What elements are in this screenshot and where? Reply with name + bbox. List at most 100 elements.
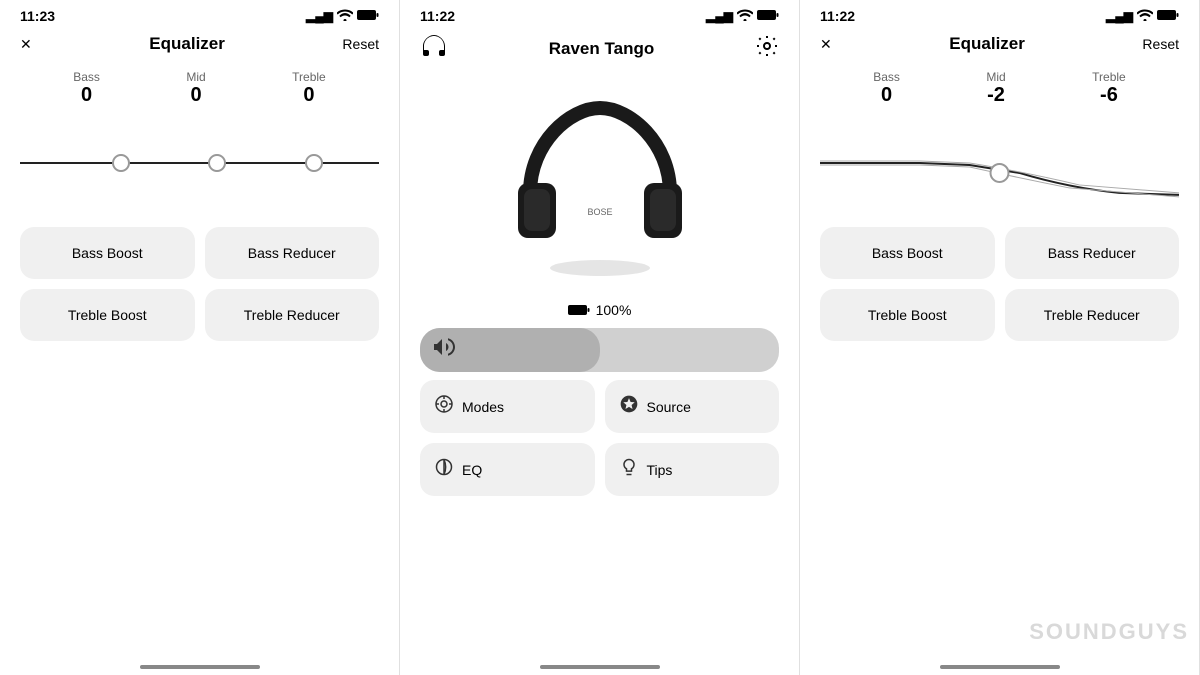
left-slider-track xyxy=(20,162,379,164)
left-bass-boost-button[interactable]: Bass Boost xyxy=(20,227,195,279)
center-signal-icon: ▂▄▆ xyxy=(706,9,733,23)
right-bottom-bar xyxy=(800,655,1199,675)
headphone-image-area: BOSE xyxy=(400,68,799,298)
right-title: Equalizer xyxy=(949,34,1025,54)
tips-icon xyxy=(619,457,639,482)
volume-bar[interactable] xyxy=(420,328,779,372)
left-status-icons: ▂▄▆ xyxy=(306,9,379,24)
right-reset-button[interactable]: Reset xyxy=(1142,36,1179,52)
left-title: Equalizer xyxy=(149,34,225,54)
left-close-button[interactable]: ✕ xyxy=(20,36,32,53)
volume-icon xyxy=(434,338,456,362)
svg-text:BOSE: BOSE xyxy=(587,207,612,217)
right-wifi-icon xyxy=(1137,9,1153,24)
center-battery-icon xyxy=(757,9,779,24)
battery-full-icon xyxy=(568,304,590,316)
right-mid-item: Mid -2 xyxy=(986,70,1005,107)
tips-label: Tips xyxy=(647,462,673,478)
left-signal-icon: ▂▄▆ xyxy=(306,9,333,23)
volume-section xyxy=(400,328,799,372)
left-mid-thumb[interactable] xyxy=(208,154,226,172)
left-treble-boost-button[interactable]: Treble Boost xyxy=(20,289,195,341)
left-treble-label: Treble xyxy=(292,70,326,84)
left-bass-label: Bass xyxy=(73,70,100,84)
left-eq-values: Bass 0 Mid 0 Treble 0 xyxy=(0,64,399,113)
center-header: Raven Tango xyxy=(400,28,799,68)
eq-icon xyxy=(434,457,454,482)
center-menu-grid: Modes Source EQ xyxy=(400,380,799,496)
source-icon xyxy=(619,394,639,419)
left-panel: 11:23 ▂▄▆ ✕ Equalizer Reset Bass 0 Mid 0… xyxy=(0,0,400,675)
center-status-icons: ▂▄▆ xyxy=(706,9,779,24)
left-time: 11:23 xyxy=(20,8,55,24)
center-battery-info: 100% xyxy=(568,302,632,318)
eq-button[interactable]: EQ xyxy=(420,443,595,496)
left-mid-value: 0 xyxy=(186,84,205,107)
modes-label: Modes xyxy=(462,399,504,415)
eq-label: EQ xyxy=(462,462,482,478)
center-headphone-icon xyxy=(420,34,448,64)
right-header: ✕ Equalizer Reset xyxy=(800,28,1199,64)
center-settings-icon[interactable] xyxy=(755,34,779,64)
center-panel: 11:22 ▂▄▆ Raven Tango xyxy=(400,0,800,675)
tips-button[interactable]: Tips xyxy=(605,443,780,496)
left-bass-reducer-button[interactable]: Bass Reducer xyxy=(205,227,380,279)
left-eq-curve xyxy=(0,113,399,213)
right-eq-curve xyxy=(800,113,1199,213)
left-sliders xyxy=(20,148,379,178)
right-time: 11:22 xyxy=(820,8,855,24)
modes-icon xyxy=(434,394,454,419)
right-status-icons: ▂▄▆ xyxy=(1106,9,1179,24)
center-status-bar: 11:22 ▂▄▆ xyxy=(400,0,799,28)
right-battery-icon xyxy=(1157,9,1179,24)
left-treble-reducer-button[interactable]: Treble Reducer xyxy=(205,289,380,341)
right-panel: 11:22 ▂▄▆ ✕ Equalizer Reset Bass 0 Mid -… xyxy=(800,0,1200,675)
left-mid-label: Mid xyxy=(186,70,205,84)
center-bottom-bar xyxy=(400,655,799,675)
center-time: 11:22 xyxy=(420,8,455,24)
left-bass-thumb[interactable] xyxy=(112,154,130,172)
right-bass-boost-button[interactable]: Bass Boost xyxy=(820,227,995,279)
left-reset-button[interactable]: Reset xyxy=(342,36,379,52)
right-mid-label: Mid xyxy=(986,70,1005,84)
left-mid-item: Mid 0 xyxy=(186,70,205,107)
left-preset-grid: Bass Boost Bass Reducer Treble Boost Tre… xyxy=(0,213,399,355)
right-bass-label: Bass xyxy=(873,70,900,84)
source-button[interactable]: Source xyxy=(605,380,780,433)
right-preset-grid: Bass Boost Bass Reducer Treble Boost Tre… xyxy=(800,213,1199,355)
right-bass-item: Bass 0 xyxy=(873,70,900,107)
left-treble-item: Treble 0 xyxy=(292,70,326,107)
left-bass-item: Bass 0 xyxy=(73,70,100,107)
left-treble-value: 0 xyxy=(292,84,326,107)
right-treble-value: -6 xyxy=(1092,84,1126,107)
right-eq-values: Bass 0 Mid -2 Treble -6 xyxy=(800,64,1199,113)
left-bottom-bar xyxy=(0,655,399,675)
right-treble-item: Treble -6 xyxy=(1092,70,1126,107)
modes-button[interactable]: Modes xyxy=(420,380,595,433)
right-treble-reducer-button[interactable]: Treble Reducer xyxy=(1005,289,1180,341)
right-eq-svg xyxy=(820,123,1179,203)
center-title: Raven Tango xyxy=(549,39,654,59)
right-signal-icon: ▂▄▆ xyxy=(1106,9,1133,23)
right-swipe-indicator xyxy=(940,665,1060,669)
battery-percent: 100% xyxy=(596,302,632,318)
soundguys-watermark: SOUNDGUYS xyxy=(1029,619,1189,645)
center-swipe-indicator xyxy=(540,665,660,669)
left-wifi-icon xyxy=(337,9,353,24)
right-treble-label: Treble xyxy=(1092,70,1126,84)
center-wifi-icon xyxy=(737,9,753,24)
right-bass-reducer-button[interactable]: Bass Reducer xyxy=(1005,227,1180,279)
right-mid-value: -2 xyxy=(986,84,1005,107)
left-swipe-indicator xyxy=(140,665,260,669)
right-status-bar: 11:22 ▂▄▆ xyxy=(800,0,1199,28)
right-close-button[interactable]: ✕ xyxy=(820,36,832,53)
left-bass-value: 0 xyxy=(73,84,100,107)
left-battery-icon xyxy=(357,9,379,24)
right-bass-value: 0 xyxy=(873,84,900,107)
left-treble-thumb[interactable] xyxy=(305,154,323,172)
right-treble-boost-button[interactable]: Treble Boost xyxy=(820,289,995,341)
source-label: Source xyxy=(647,399,691,415)
left-status-bar: 11:23 ▂▄▆ xyxy=(0,0,399,28)
headphone-image: BOSE xyxy=(500,88,700,288)
left-header: ✕ Equalizer Reset xyxy=(0,28,399,64)
